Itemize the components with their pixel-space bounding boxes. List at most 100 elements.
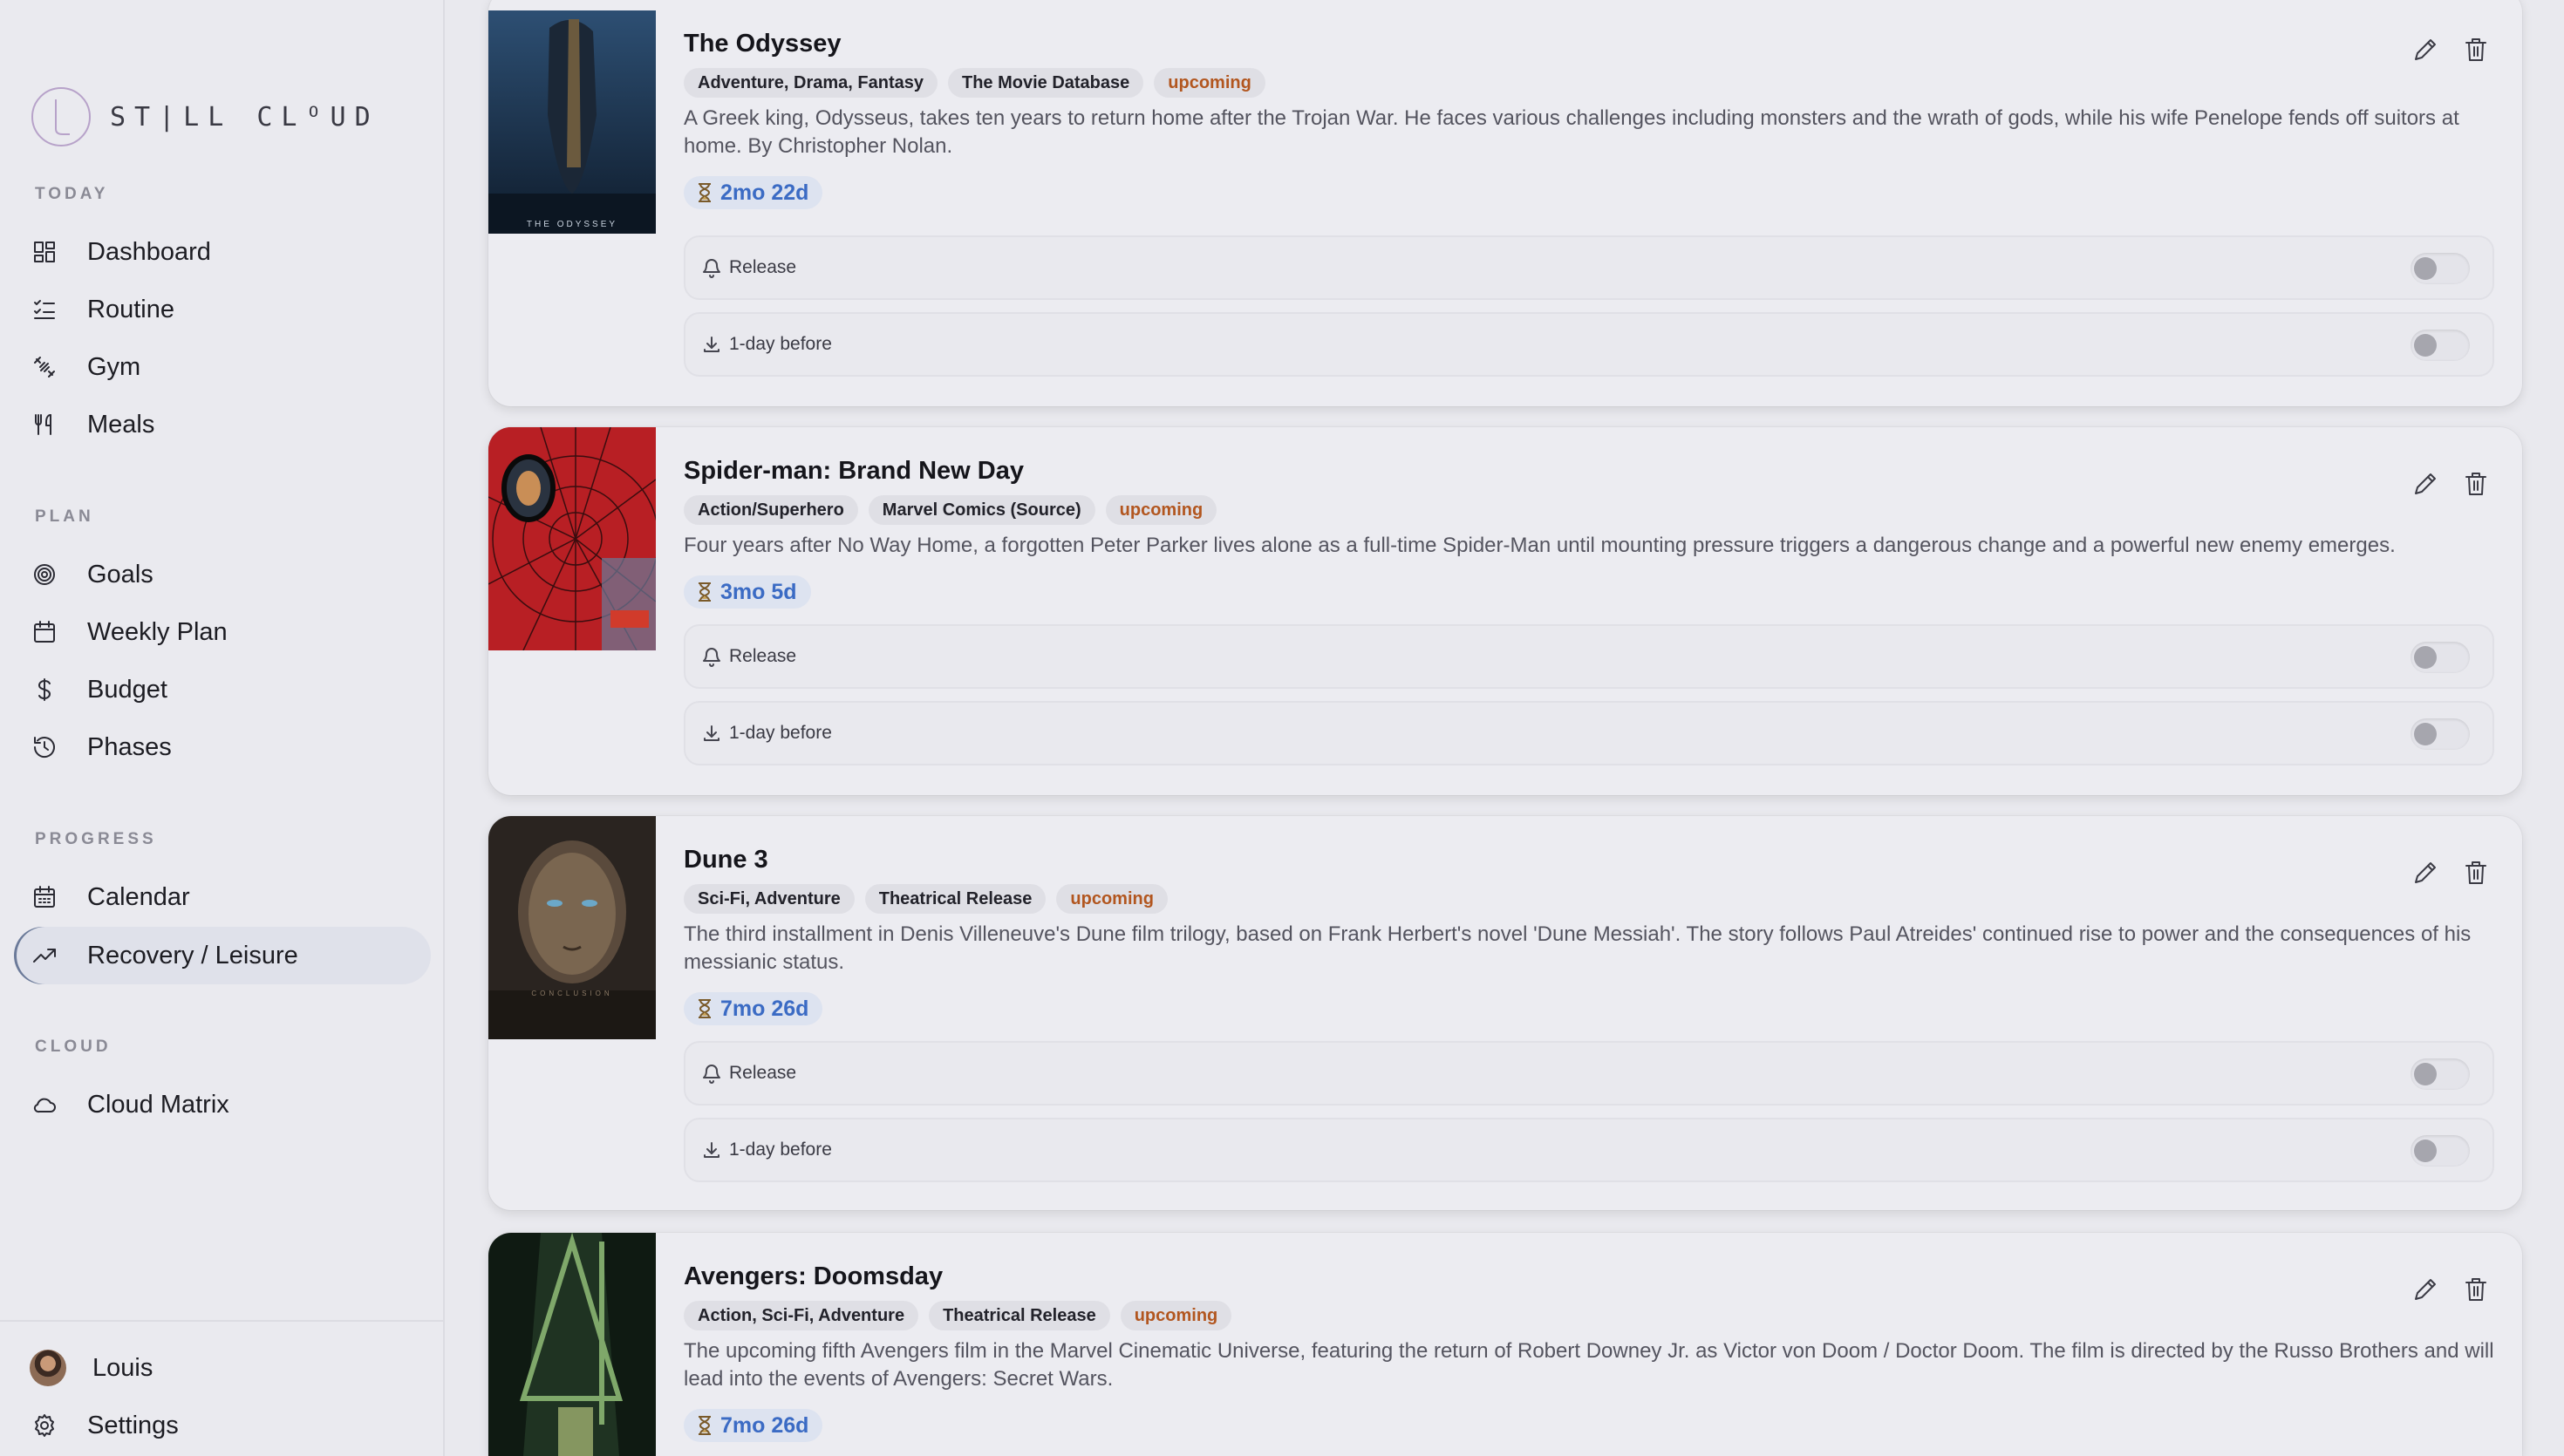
section-label-progress: PROGRESS (35, 830, 157, 848)
card-actions (2411, 35, 2491, 65)
history-icon (31, 734, 58, 760)
countdown-text: 3mo 5d (720, 579, 797, 604)
nav-label: Cloud Matrix (87, 1090, 229, 1119)
source-tag: Marvel Comics (Source) (868, 495, 1095, 525)
countdown-badge: 7mo 26d (684, 1409, 823, 1442)
movie-poster (488, 1233, 656, 1456)
nav-item-budget[interactable]: Budget (14, 661, 431, 718)
reminder-toggle[interactable] (2411, 718, 2470, 750)
nav-item-cloud-matrix[interactable]: Cloud Matrix (14, 1076, 431, 1133)
bell-icon (701, 1063, 722, 1084)
logo-text: ST|LL CLᴼUD (110, 101, 379, 133)
source-tag: The Movie Database (947, 68, 1144, 98)
reminder-toggle[interactable] (2411, 1135, 2470, 1167)
nav-item-meals[interactable]: Meals (14, 396, 431, 453)
reminder-toggle[interactable] (2411, 330, 2470, 361)
edit-pencil-icon[interactable] (2411, 1275, 2440, 1304)
nav-item-goals[interactable]: Goals (14, 546, 431, 603)
nav-label: Phases (87, 732, 172, 761)
movie-poster: CONCLUSION (488, 816, 656, 1039)
movie-description: A Greek king, Odysseus, takes ten years … (684, 106, 2459, 158)
calendar-icon (31, 619, 58, 645)
source-tag: Theatrical Release (929, 1301, 1110, 1330)
trash-icon[interactable] (2461, 35, 2491, 65)
notification-label: 1-day before (729, 1140, 832, 1160)
genre-tag: Action, Sci-Fi, Adventure (684, 1301, 919, 1330)
status-badge: upcoming (1056, 884, 1168, 914)
countdown-badge: 3mo 5d (684, 575, 811, 609)
bell-icon (701, 257, 722, 278)
utensils-icon (31, 412, 58, 438)
tag-list: Action, Sci-Fi, Adventure Theatrical Rel… (684, 1301, 1232, 1330)
movie-description: The upcoming fifth Avengers film in the … (684, 1339, 2494, 1391)
movie-title: Dune 3 (684, 846, 768, 874)
movie-description: The third installment in Denis Villeneuv… (684, 922, 2472, 974)
hourglass-icon (699, 1416, 711, 1435)
nav-label: Routine (87, 295, 174, 323)
calendar-days-icon (31, 884, 58, 910)
edit-pencil-icon[interactable] (2411, 35, 2440, 65)
notification-label: 1-day before (729, 723, 832, 743)
nav-label: Dashboard (87, 237, 211, 266)
toggle-knob (2414, 723, 2437, 745)
trash-icon[interactable] (2461, 858, 2491, 888)
trending-up-icon (31, 942, 58, 969)
nav-label: Settings (87, 1411, 179, 1439)
release-toggle[interactable] (2411, 1058, 2470, 1090)
notification-label: 1-day before (729, 334, 832, 354)
toggle-knob (2414, 334, 2437, 357)
edit-pencil-icon[interactable] (2411, 858, 2440, 888)
nav-label: Gym (87, 352, 141, 381)
notification-label: Release (729, 257, 797, 277)
countdown-badge: 2mo 22d (684, 176, 823, 209)
trash-icon[interactable] (2461, 469, 2491, 499)
card-actions (2411, 469, 2491, 499)
nav-item-phases[interactable]: Phases (14, 718, 431, 776)
download-icon (701, 1140, 722, 1160)
nav-item-gym[interactable]: Gym (14, 338, 431, 396)
cloud-icon (31, 1092, 58, 1118)
movie-title: Spider-man: Brand New Day (684, 457, 1024, 485)
toggle-knob (2414, 1063, 2437, 1085)
toggle-knob (2414, 257, 2437, 280)
tag-list: Sci-Fi, Adventure Theatrical Release upc… (684, 884, 1168, 914)
notification-row-release: Release (684, 1041, 2494, 1106)
nav-item-routine[interactable]: Routine (14, 281, 431, 338)
app-logo[interactable]: ST|LL CLᴼUD (30, 85, 379, 148)
release-toggle[interactable] (2411, 642, 2470, 673)
dumbbell-icon (31, 354, 58, 380)
nav-item-settings[interactable]: Settings (14, 1397, 431, 1454)
avatar (30, 1350, 66, 1386)
movie-description: Four years after No Way Home, a forgotte… (684, 534, 2396, 557)
notification-row-1-day-before: 1-day before (684, 312, 2494, 377)
section-label-today: TODAY (35, 185, 109, 203)
poster-title: CONCLUSION (531, 990, 612, 997)
nav-label: Budget (87, 675, 167, 704)
countdown-text: 2mo 22d (720, 180, 809, 205)
user-profile[interactable]: Louis (14, 1339, 431, 1397)
movie-title: Avengers: Doomsday (684, 1262, 944, 1290)
trash-icon[interactable] (2461, 1275, 2491, 1304)
edit-pencil-icon[interactable] (2411, 469, 2440, 499)
hourglass-icon (699, 582, 711, 602)
status-badge: upcoming (1105, 495, 1217, 525)
status-badge: upcoming (1120, 1301, 1232, 1330)
download-icon (701, 334, 722, 355)
notification-row-release: Release (684, 235, 2494, 300)
release-toggle[interactable] (2411, 253, 2470, 284)
sidebar-footer: Louis Settings (0, 1320, 445, 1456)
dollar-icon (31, 677, 58, 703)
nav-item-dashboard[interactable]: Dashboard (14, 223, 431, 281)
card-actions (2411, 858, 2491, 888)
nav-label: Goals (87, 560, 153, 589)
section-label-plan: PLAN (35, 507, 94, 526)
nav-item-recovery-leisure[interactable]: Recovery / Leisure (14, 927, 431, 984)
card-actions (2411, 1275, 2491, 1304)
countdown-badge: 7mo 26d (684, 992, 823, 1025)
nav-item-calendar[interactable]: Calendar (14, 868, 431, 926)
nav-label: Meals (87, 410, 155, 439)
user-name: Louis (92, 1353, 153, 1382)
target-icon (31, 561, 58, 588)
nav-item-weekly-plan[interactable]: Weekly Plan (14, 603, 431, 661)
status-badge: upcoming (1154, 68, 1265, 98)
